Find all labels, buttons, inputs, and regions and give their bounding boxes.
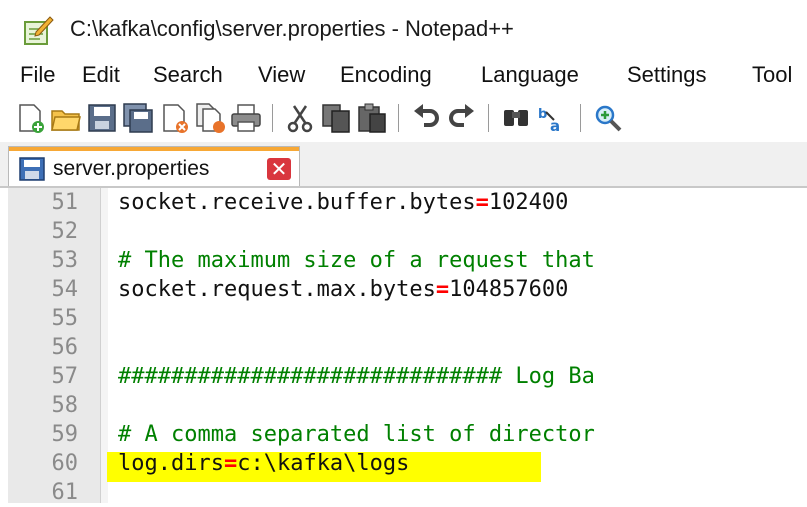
- code-line: 55: [0, 304, 807, 333]
- menu-encoding[interactable]: Encoding: [340, 62, 432, 88]
- toolbar-separator: [580, 104, 581, 132]
- line-number: 51: [51, 190, 79, 215]
- window-title: C:\kafka\config\server.properties - Note…: [70, 16, 514, 41]
- code-text: log.dirs=c:\kafka\logs: [118, 451, 410, 476]
- code-text: socket.receive.buffer.bytes=102400: [118, 190, 569, 215]
- line-number: 52: [51, 219, 79, 244]
- menu-bar: File Edit Search View Encoding Language …: [0, 62, 807, 94]
- comment-text: # The maximum size of a request that: [118, 248, 595, 273]
- comment-text: # A comma separated list of director: [118, 422, 595, 447]
- print-icon[interactable]: [230, 102, 262, 134]
- new-file-icon[interactable]: [14, 102, 46, 134]
- code-line: 60 log.dirs=c:\kafka\logs: [0, 449, 807, 478]
- comment-text: ############################# Log Ba: [118, 364, 595, 389]
- saved-file-icon: [19, 157, 45, 181]
- toolbar-separator: [398, 104, 399, 132]
- code-line: 56: [0, 333, 807, 362]
- menu-language[interactable]: Language: [481, 62, 579, 88]
- menu-view[interactable]: View: [258, 62, 305, 88]
- code-line: 58: [0, 391, 807, 420]
- menu-tools[interactable]: Tool: [752, 62, 792, 88]
- line-number: 54: [51, 277, 79, 302]
- line-number: 56: [51, 335, 79, 360]
- zoom-in-icon[interactable]: [592, 102, 624, 134]
- menu-edit[interactable]: Edit: [82, 62, 120, 88]
- toolbar-separator: [488, 104, 489, 132]
- svg-text:a: a: [550, 117, 560, 134]
- title-bar: C:\kafka\config\server.properties - Note…: [0, 0, 807, 60]
- tab-active-indicator: [9, 147, 299, 151]
- tab-label: server.properties: [53, 157, 210, 180]
- code-line: 52: [0, 217, 807, 246]
- notepad-plus-plus-icon: [24, 16, 54, 45]
- line-number: 57: [51, 364, 79, 389]
- tab-bar: server.properties ✕: [0, 142, 807, 188]
- menu-search[interactable]: Search: [153, 62, 223, 88]
- code-line: 59 # A comma separated list of director: [0, 420, 807, 449]
- open-file-icon[interactable]: [50, 102, 82, 134]
- undo-icon[interactable]: [410, 102, 442, 134]
- replace-icon[interactable]: ba: [536, 102, 568, 134]
- close-all-icon[interactable]: [194, 102, 226, 134]
- save-all-icon[interactable]: [122, 102, 154, 134]
- code-line: 53 # The maximum size of a request that: [0, 246, 807, 275]
- tab-server-properties[interactable]: server.properties ✕: [8, 146, 300, 186]
- redo-icon[interactable]: [446, 102, 478, 134]
- code-line: 54 socket.request.max.bytes=104857600: [0, 275, 807, 304]
- menu-file[interactable]: File: [20, 62, 55, 88]
- toolbar: ba: [0, 96, 807, 140]
- line-number: 53: [51, 248, 79, 273]
- menu-settings[interactable]: Settings: [627, 62, 707, 88]
- line-number: 60: [51, 451, 79, 476]
- editor[interactable]: 51 socket.receive.buffer.bytes=102400 52…: [0, 188, 807, 505]
- line-number: 59: [51, 422, 79, 447]
- find-icon[interactable]: [500, 102, 532, 134]
- close-tab-button[interactable]: ✕: [267, 158, 291, 180]
- line-number: 58: [51, 393, 79, 418]
- line-number: 55: [51, 306, 79, 331]
- save-icon[interactable]: [86, 102, 118, 134]
- code-line: 57 ############################# Log Ba: [0, 362, 807, 391]
- toolbar-separator: [272, 104, 273, 132]
- code-line: 51 socket.receive.buffer.bytes=102400: [0, 188, 807, 217]
- svg-text:b: b: [538, 107, 547, 122]
- cut-icon[interactable]: [284, 102, 316, 134]
- code-text: socket.request.max.bytes=104857600: [118, 277, 569, 302]
- close-icon[interactable]: [158, 102, 190, 134]
- copy-icon[interactable]: [320, 102, 352, 134]
- paste-icon[interactable]: [356, 102, 388, 134]
